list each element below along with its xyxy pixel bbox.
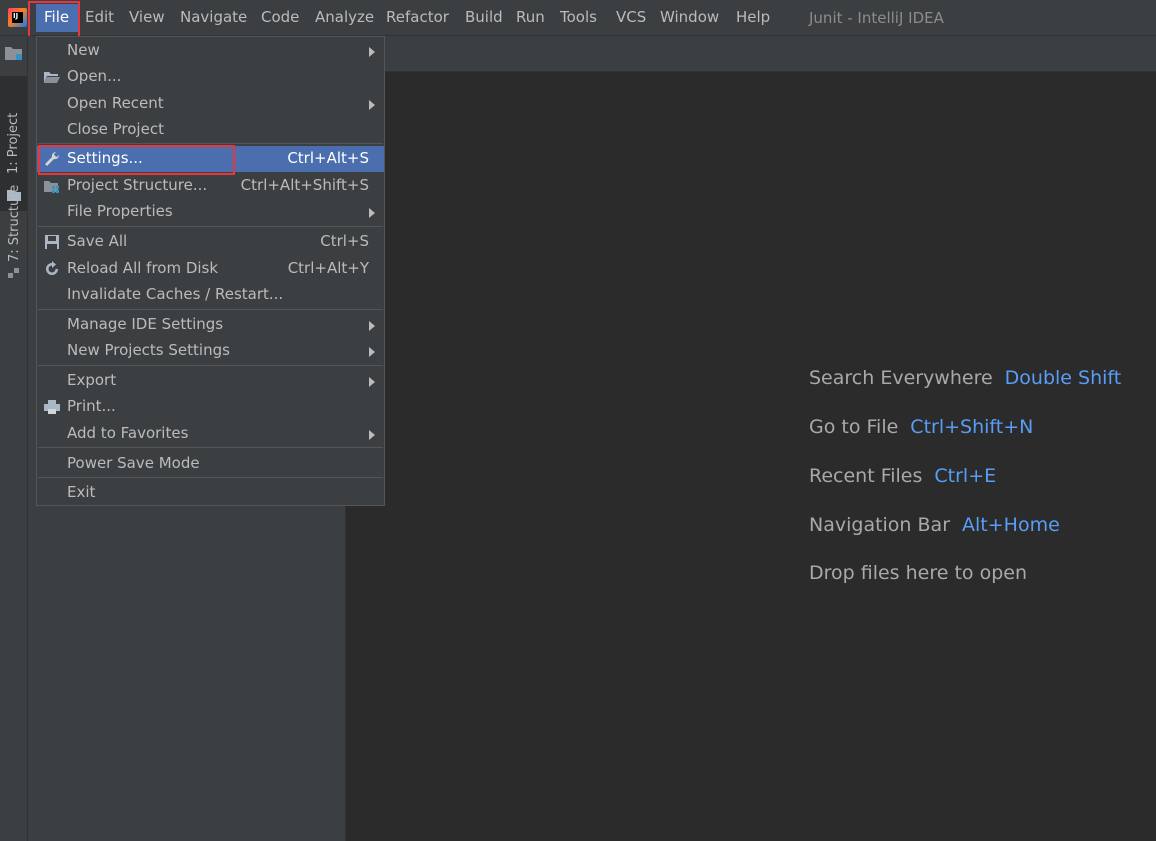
menu-separator bbox=[38, 143, 383, 144]
tab-project-label: 1: Project bbox=[6, 112, 21, 174]
menu-item-label: Print... bbox=[67, 397, 116, 415]
hint-shortcut: Alt+Home bbox=[962, 514, 1060, 536]
menu-analyze[interactable]: Analyze bbox=[315, 8, 374, 26]
submenu-arrow-icon bbox=[369, 321, 375, 331]
menu-item-shortcut: Ctrl+Alt+Shift+S bbox=[240, 176, 369, 194]
menu-item-label: Add to Favorites bbox=[67, 424, 189, 442]
menu-item-project-structure[interactable]: Project Structure... Ctrl+Alt+Shift+S bbox=[37, 173, 384, 199]
menu-bar: IJ File Edit View Navigate Code Analyze … bbox=[0, 0, 1156, 41]
menu-item-label: Reload All from Disk bbox=[67, 259, 219, 277]
menu-help[interactable]: Help bbox=[736, 8, 770, 26]
editor-tab-bar bbox=[346, 36, 1156, 72]
hint-label: Recent Files bbox=[809, 465, 923, 487]
hint-navigation-bar: Navigation Bar Alt+Home bbox=[809, 514, 1060, 536]
menu-separator bbox=[38, 447, 383, 448]
menu-item-power-save-mode[interactable]: Power Save Mode bbox=[37, 451, 384, 477]
hint-label: Search Everywhere bbox=[809, 367, 993, 389]
submenu-arrow-icon bbox=[369, 377, 375, 387]
menu-item-exit[interactable]: Exit bbox=[37, 480, 384, 506]
menu-navigate[interactable]: Navigate bbox=[180, 8, 247, 26]
menu-item-reload-all[interactable]: Reload All from Disk Ctrl+Alt+Y bbox=[37, 256, 384, 282]
hint-label: Navigation Bar bbox=[809, 514, 951, 536]
menu-separator bbox=[38, 365, 383, 366]
menu-run[interactable]: Run bbox=[516, 8, 545, 26]
menu-separator bbox=[38, 477, 383, 478]
left-tool-strip: 1: Project 7: Structure bbox=[0, 36, 28, 841]
structure-icon bbox=[8, 268, 19, 278]
menu-item-add-to-favorites[interactable]: Add to Favorites bbox=[37, 421, 384, 447]
menu-item-shortcut: Ctrl+Alt+S bbox=[287, 149, 369, 167]
menu-item-label: Open... bbox=[67, 67, 122, 85]
hint-go-to-file: Go to File Ctrl+Shift+N bbox=[809, 416, 1033, 438]
menu-item-shortcut: Ctrl+Alt+Y bbox=[287, 259, 369, 277]
menu-separator bbox=[38, 226, 383, 227]
menu-item-close-project[interactable]: Close Project bbox=[37, 117, 384, 143]
menu-item-label: Power Save Mode bbox=[67, 454, 200, 472]
project-folder-icon[interactable] bbox=[4, 44, 24, 62]
menu-separator bbox=[38, 309, 383, 310]
menu-item-print[interactable]: Print... bbox=[37, 394, 384, 420]
menu-code[interactable]: Code bbox=[261, 8, 299, 26]
highlight-box-file bbox=[28, 1, 80, 41]
menu-item-label: Save All bbox=[67, 232, 128, 250]
hint-drop-files: Drop files here to open bbox=[809, 562, 1027, 584]
hint-search-everywhere: Search Everywhere Double Shift bbox=[809, 367, 1121, 389]
menu-window[interactable]: Window bbox=[660, 8, 719, 26]
submenu-arrow-icon bbox=[369, 100, 375, 110]
ide-window: IJ File Edit View Navigate Code Analyze … bbox=[0, 0, 1156, 841]
submenu-arrow-icon bbox=[369, 430, 375, 440]
window-title: Junit - IntelliJ IDEA bbox=[809, 9, 944, 27]
menu-item-label: New bbox=[67, 41, 100, 59]
menu-item-label: File Properties bbox=[67, 202, 173, 220]
menu-item-manage-ide-settings[interactable]: Manage IDE Settings bbox=[37, 312, 384, 338]
menu-refactor[interactable]: Refactor bbox=[386, 8, 449, 26]
hint-label: Go to File bbox=[809, 416, 899, 438]
menu-build[interactable]: Build bbox=[465, 8, 503, 26]
project-structure-icon bbox=[44, 181, 59, 193]
menu-item-new-projects-settings[interactable]: New Projects Settings bbox=[37, 338, 384, 364]
hint-shortcut: Ctrl+Shift+N bbox=[910, 416, 1034, 438]
menu-item-label: Close Project bbox=[67, 120, 164, 138]
menu-item-new[interactable]: New bbox=[37, 38, 384, 64]
editor-area bbox=[346, 72, 1156, 841]
hint-shortcut: Double Shift bbox=[1004, 367, 1122, 389]
menu-item-label: Export bbox=[67, 371, 117, 389]
submenu-arrow-icon bbox=[369, 47, 375, 57]
menu-item-label: Open Recent bbox=[67, 94, 164, 112]
menu-edit[interactable]: Edit bbox=[85, 8, 114, 26]
printer-icon bbox=[44, 400, 60, 414]
menu-item-shortcut: Ctrl+S bbox=[320, 232, 369, 250]
menu-item-export[interactable]: Export bbox=[37, 368, 384, 394]
intellij-logo-icon: IJ bbox=[8, 8, 27, 27]
menu-tools[interactable]: Tools bbox=[560, 8, 597, 26]
hint-label: Drop files here to open bbox=[809, 562, 1028, 584]
menu-item-label: Exit bbox=[67, 483, 96, 501]
menu-item-label: Invalidate Caches / Restart... bbox=[67, 285, 284, 303]
menu-item-open[interactable]: Open... bbox=[37, 64, 384, 90]
submenu-arrow-icon bbox=[369, 208, 375, 218]
menu-item-label: Project Structure... bbox=[67, 176, 208, 194]
hint-shortcut: Ctrl+E bbox=[934, 465, 997, 487]
hint-recent-files: Recent Files Ctrl+E bbox=[809, 465, 996, 487]
file-menu-dropdown: New Open... Open Recent Close Project Se… bbox=[36, 36, 385, 506]
menu-item-open-recent[interactable]: Open Recent bbox=[37, 91, 384, 117]
menu-item-file-properties[interactable]: File Properties bbox=[37, 199, 384, 225]
reload-icon bbox=[46, 261, 58, 275]
menu-item-label: New Projects Settings bbox=[67, 341, 230, 359]
menu-view[interactable]: View bbox=[129, 8, 165, 26]
open-folder-icon bbox=[44, 72, 60, 83]
menu-item-invalidate-caches[interactable]: Invalidate Caches / Restart... bbox=[37, 282, 384, 308]
highlight-box-settings bbox=[38, 145, 235, 175]
save-icon bbox=[45, 235, 59, 249]
menu-item-save-all[interactable]: Save All Ctrl+S bbox=[37, 229, 384, 255]
submenu-arrow-icon bbox=[369, 347, 375, 357]
menu-item-label: Manage IDE Settings bbox=[67, 315, 224, 333]
tab-structure-label[interactable]: 7: Structure bbox=[7, 185, 22, 262]
menu-vcs[interactable]: VCS bbox=[616, 8, 646, 26]
